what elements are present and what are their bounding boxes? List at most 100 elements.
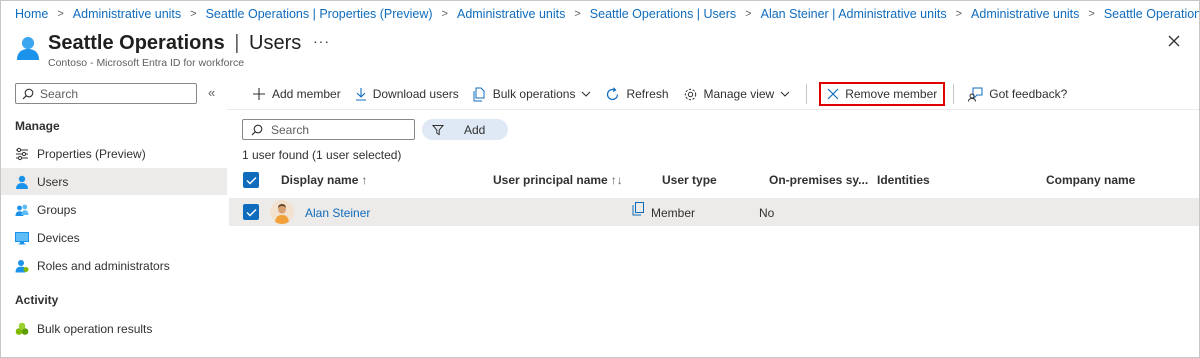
page-title-section: Users: [249, 32, 302, 54]
close-icon: [827, 88, 839, 100]
refresh-icon: [607, 86, 619, 100]
checkmark-icon: [246, 176, 256, 184]
sidebar-item-label: Devices: [37, 230, 80, 245]
add-member-button[interactable]: Add member: [252, 83, 341, 105]
sort-ascending-icon: ↑: [361, 173, 368, 187]
column-user-type-label: User type: [662, 173, 717, 187]
download-users-button[interactable]: Download users: [355, 83, 459, 105]
column-on-premises-sync[interactable]: On-premises sy...: [769, 173, 868, 187]
column-on-premises-label: On-premises sy...: [769, 173, 869, 187]
sidebar-item-label: Groups: [37, 202, 77, 217]
add-filter-label: Add: [464, 122, 486, 137]
column-company-name[interactable]: Company name: [1046, 173, 1135, 187]
on-premises-sync-value: No: [759, 206, 775, 220]
more-options-button[interactable]: ···: [313, 33, 330, 49]
sidebar-item-bulk-results[interactable]: Bulk operation results: [1, 315, 227, 342]
breadcrumb-separator-icon: >: [1088, 8, 1095, 20]
plus-icon: [253, 88, 265, 100]
remove-member-button[interactable]: Remove member: [819, 82, 946, 106]
column-identities[interactable]: Identities: [877, 173, 930, 187]
page-subtitle: Contoso - Microsoft Entra ID for workfor…: [48, 57, 245, 69]
toolbar-divider-line: [227, 109, 1199, 110]
table-header: Display name ↑ User principal name ↑↓ User…: [227, 167, 1199, 193]
add-filter-button[interactable]: Add: [422, 119, 508, 140]
user-icon: [15, 35, 41, 61]
sliders-icon: [15, 147, 29, 161]
breadcrumb-separator-icon: >: [745, 8, 752, 20]
sort-toggle-icon: ↑↓: [610, 173, 623, 187]
sidebar-item-devices[interactable]: Devices: [1, 224, 227, 251]
manage-view-button[interactable]: Manage view: [683, 83, 791, 105]
column-display-name[interactable]: Display name ↑: [281, 173, 367, 187]
column-user-type[interactable]: User type: [662, 173, 717, 187]
table-row[interactable]: Alan Steiner Member No: [229, 198, 1199, 226]
group-icon: [15, 203, 29, 217]
breadcrumb-seattle-properties[interactable]: Seattle Operations | Properties (Preview…: [206, 7, 433, 21]
sidebar-item-label: Users: [37, 174, 69, 189]
breadcrumb-alan-steiner-units[interactable]: Alan Steiner | Administrative units: [761, 7, 947, 21]
breadcrumb-separator-icon: >: [574, 8, 581, 20]
filter-icon: [432, 124, 444, 135]
bulk-document-icon: [473, 87, 485, 101]
page-title: Seattle Operations | Users: [48, 32, 301, 55]
feedback-label: Got feedback?: [989, 87, 1068, 101]
user-type-value: Member: [651, 206, 696, 220]
breadcrumb-home[interactable]: Home: [15, 7, 48, 21]
command-bar: Add member Download users Bulk operation…: [241, 82, 1067, 106]
bulk-operations-button[interactable]: Bulk operations: [473, 83, 592, 105]
sidebar: Search « Manage Properties (Preview) Use…: [1, 77, 227, 357]
sidebar-item-roles[interactable]: Roles and administrators: [1, 252, 227, 279]
section-label-activity: Activity: [15, 293, 59, 307]
toolbar-divider: [953, 84, 955, 104]
app-window: Home > Administrative units > Seattle Op…: [0, 0, 1200, 358]
bulk-operations-label: Bulk operations: [492, 87, 576, 101]
breadcrumb-separator-icon: >: [441, 8, 448, 20]
sidebar-search-input[interactable]: Search: [15, 83, 197, 104]
manage-view-label: Manage view: [703, 87, 775, 101]
chevron-down-icon: [780, 91, 790, 97]
breadcrumb-administrative-units-3[interactable]: Administrative units: [971, 7, 1079, 21]
breadcrumb-administrative-units[interactable]: Administrative units: [73, 7, 181, 21]
breadcrumb-separator-icon: >: [57, 8, 64, 20]
close-icon[interactable]: [1166, 33, 1182, 49]
search-icon: [251, 124, 263, 135]
sidebar-item-label: Roles and administrators: [37, 258, 170, 273]
search-input[interactable]: Search: [242, 119, 415, 140]
column-identities-label: Identities: [877, 173, 930, 187]
user-display-name-link[interactable]: Alan Steiner: [305, 206, 370, 220]
collapse-sidebar-icon[interactable]: «: [208, 85, 215, 100]
remove-member-label: Remove member: [845, 87, 938, 101]
section-label-manage: Manage: [15, 119, 60, 133]
sidebar-item-groups[interactable]: Groups: [1, 196, 227, 223]
sidebar-item-properties[interactable]: Properties (Preview): [1, 140, 227, 167]
download-icon: [355, 88, 366, 101]
refresh-label: Refresh: [626, 87, 669, 101]
avatar: [270, 200, 294, 224]
sidebar-item-users[interactable]: Users: [1, 168, 227, 195]
toolbar-divider: [806, 84, 808, 104]
breadcrumb-seattle-operations[interactable]: Seattle Operations: [1104, 7, 1199, 21]
breadcrumb-separator-icon: >: [190, 8, 197, 20]
column-user-principal-name[interactable]: User principal name ↑↓: [493, 173, 623, 187]
user-icon: [15, 175, 29, 189]
checkmark-icon: [246, 208, 256, 216]
feedback-button[interactable]: Got feedback?: [968, 83, 1067, 105]
copy-icon[interactable]: [632, 202, 645, 219]
search-placeholder: Search: [271, 122, 310, 137]
refresh-button[interactable]: Refresh: [605, 83, 669, 105]
sidebar-search-placeholder: Search: [40, 86, 79, 101]
sidebar-item-label: Bulk operation results: [37, 321, 153, 336]
feedback-icon: [968, 87, 983, 102]
select-all-checkbox[interactable]: [243, 172, 259, 188]
chevron-down-icon: [582, 91, 591, 97]
breadcrumb-administrative-units-2[interactable]: Administrative units: [457, 7, 565, 21]
result-count: 1 user found (1 user selected): [242, 148, 402, 162]
monitor-icon: [15, 231, 29, 245]
column-company-label: Company name: [1046, 173, 1136, 187]
breadcrumb-seattle-users[interactable]: Seattle Operations | Users: [590, 7, 736, 21]
role-icon: [15, 259, 29, 273]
search-icon: [22, 88, 34, 99]
column-upn-label: User principal name: [493, 173, 608, 187]
breadcrumb-separator-icon: >: [955, 8, 963, 20]
row-select-checkbox[interactable]: [243, 204, 259, 220]
